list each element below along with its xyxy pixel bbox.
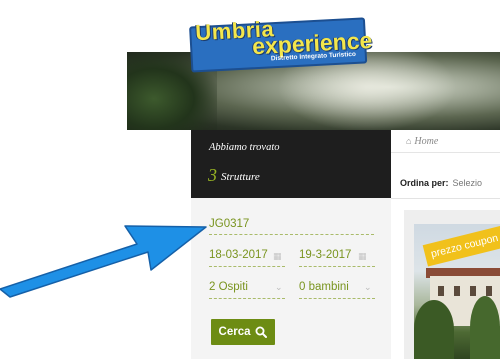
chevron-down-icon[interactable]: ⌄ xyxy=(364,283,372,293)
guests-select[interactable]: 2 Ospiti xyxy=(209,281,248,293)
building-window xyxy=(486,286,492,296)
property-tree xyxy=(414,300,454,359)
guests-underline xyxy=(209,298,285,299)
search-button[interactable]: Cerca xyxy=(211,319,275,345)
breadcrumb-divider xyxy=(391,152,500,153)
children-underline xyxy=(299,298,375,299)
chevron-down-icon[interactable]: ⌄ xyxy=(275,283,283,293)
checkin-date-input[interactable]: 18-03-2017 xyxy=(209,249,268,261)
code-input-underline xyxy=(209,234,374,235)
sort-label: Ordina per: xyxy=(400,178,449,188)
breadcrumb[interactable]: ⌂ Home xyxy=(406,136,438,147)
building-window xyxy=(454,286,460,296)
calendar-icon[interactable]: ▦ xyxy=(358,252,367,262)
sort-select[interactable]: Selezio xyxy=(453,178,483,188)
checkout-underline xyxy=(299,266,375,267)
sort-control: Ordina per: Selezio xyxy=(400,178,482,188)
breadcrumb-home[interactable]: Home xyxy=(414,136,438,147)
building-window xyxy=(438,286,444,296)
calendar-icon[interactable]: ▦ xyxy=(273,252,282,262)
checkout-date-input[interactable]: 19-3-2017 xyxy=(299,249,351,261)
search-icon xyxy=(255,326,268,338)
results-summary: Abbiamo trovato 3 Strutture xyxy=(191,130,391,198)
code-input[interactable]: JG0317 xyxy=(209,218,249,230)
checkin-underline xyxy=(209,266,285,267)
building-window xyxy=(470,286,476,296)
site-logo[interactable]: Umbria experience Distretto Integrato Tu… xyxy=(189,13,373,73)
home-icon: ⌂ xyxy=(406,136,412,146)
children-select[interactable]: 0 bambini xyxy=(299,281,349,293)
search-button-label: Cerca xyxy=(218,326,251,338)
property-tree xyxy=(470,296,500,359)
results-label: Strutture xyxy=(221,171,260,183)
results-count: 3 xyxy=(208,165,217,185)
results-found-text: Abbiamo trovato xyxy=(209,142,280,153)
